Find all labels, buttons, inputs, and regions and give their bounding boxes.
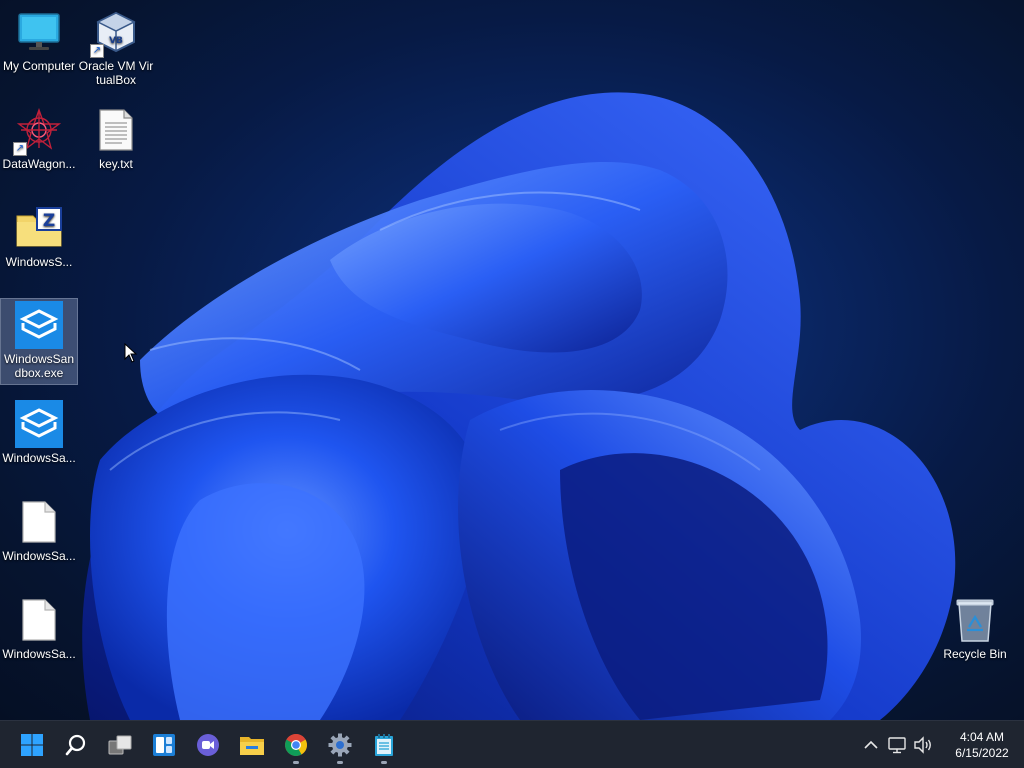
desktop-icon-label: WindowsSa... [2,549,76,563]
file-explorer-button[interactable] [232,725,272,765]
desktop-icon-datawagon[interactable]: ↗ DataWagon... [1,104,77,171]
desktop-icon-label: Oracle VM VirtualBox [78,59,154,87]
desktop-icon-my-computer[interactable]: My Computer [1,6,77,73]
taskbar: 4:04 AM 6/15/2022 [0,720,1024,768]
running-indicator [337,760,343,764]
desktop-icon-windowssa-2[interactable]: WindowsSa... [1,496,77,563]
desktop-icon-windowssandbox-exe[interactable]: WindowsSandbox.exe [0,298,78,385]
task-view-button[interactable] [100,725,140,765]
desktop-icon-label: My Computer [2,59,76,73]
desktop-icon-key-txt[interactable]: key.txt [78,104,154,171]
notepad-icon [375,733,393,756]
chevron-up-icon [864,740,878,749]
folder-icon [240,736,264,755]
gear-icon [328,733,352,756]
desktop-icon-virtualbox[interactable]: VB ↗ Oracle VM VirtualBox [78,6,154,87]
desktop-icon-recycle-bin[interactable]: Recycle Bin [937,594,1013,661]
text-file-icon [92,106,140,154]
widgets-icon [153,733,175,756]
sandbox-icon [15,301,63,349]
network-button[interactable] [884,732,910,758]
shortcut-arrow-icon: ↗ [90,44,104,58]
blank-file-icon [15,498,63,546]
desktop-icon-label: WindowsSa... [2,451,76,465]
desktop-icon-windowss-zip[interactable]: Z WindowsS... [1,202,77,269]
chrome-icon [285,733,307,756]
recycle-bin-icon [951,596,999,644]
chat-icon [197,733,219,756]
mouse-cursor-icon [124,343,138,363]
monitor-icon [15,8,63,56]
desktop-icon-label: Recycle Bin [943,647,1007,661]
chat-button[interactable] [188,725,228,765]
desktop-icon-windowssa-1[interactable]: WindowsSa... [1,398,77,465]
svg-text:Z: Z [43,211,55,231]
running-indicator [293,760,299,764]
zip-folder-icon: Z [15,204,63,252]
search-button[interactable] [56,725,96,765]
show-hidden-icons-button[interactable] [858,732,884,758]
windows-logo-icon [21,733,43,756]
task-view-icon [108,735,132,754]
widgets-button[interactable] [144,725,184,765]
desktop[interactable]: My Computer VB ↗ Oracle VM VirtualBox ↗ … [0,0,1024,720]
search-icon [65,734,86,755]
running-indicator [381,760,387,764]
desktop-icon-windowssa-3[interactable]: WindowsSa... [1,594,77,661]
clock-time: 4:04 AM [959,729,1005,744]
virtualbox-icon: VB ↗ [90,8,140,58]
notepad-button[interactable] [364,725,404,765]
volume-icon [914,735,931,754]
desktop-icon-label: WindowsSa... [2,647,76,661]
clock[interactable]: 4:04 AM 6/15/2022 [940,729,1024,761]
shortcut-arrow-icon: ↗ [13,142,27,156]
settings-button[interactable] [320,725,360,765]
desktop-icon-label: key.txt [99,157,133,171]
sandbox-icon [15,400,63,448]
clock-date: 6/15/2022 [955,745,1009,760]
volume-button[interactable] [910,732,936,758]
desktop-icon-label: DataWagon... [2,157,76,171]
svg-text:VB: VB [109,36,123,46]
blank-file-icon [15,596,63,644]
start-button[interactable] [12,725,52,765]
chrome-button[interactable] [276,725,316,765]
desktop-icon-label: WindowsSandbox.exe [3,352,75,380]
datawagon-icon: ↗ [13,106,63,156]
desktop-icon-label: WindowsS... [5,255,73,269]
network-icon [888,736,906,753]
system-tray: 4:04 AM 6/15/2022 [858,721,1024,768]
